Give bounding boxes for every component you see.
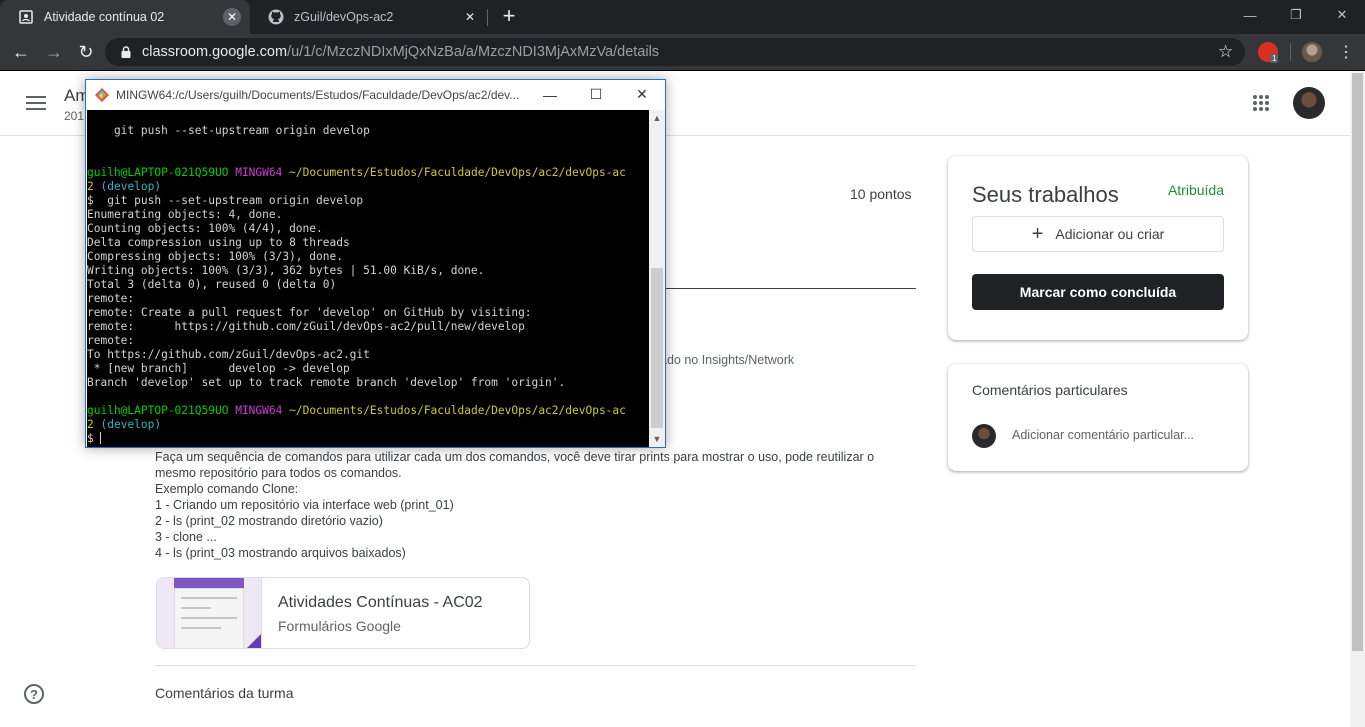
terminal-line: Delta compression using up to 8 threads	[87, 236, 350, 249]
minimize-window-icon[interactable]: ―	[1227, 0, 1273, 30]
divider	[155, 665, 916, 666]
address-bar[interactable]: classroom.google.com/u/1/c/MzczNDIxMjQxN…	[105, 38, 1245, 66]
terminal-cursor	[100, 432, 102, 444]
terminal-minimize-icon[interactable]: ―	[527, 80, 573, 109]
git-bash-icon	[95, 87, 109, 102]
terminal-line: Total 3 (delta 0), reused 0 (delta 0)	[87, 278, 337, 291]
terminal-line: git push --set-upstream origin develop	[87, 124, 370, 137]
extension-badge: 1	[1270, 54, 1279, 63]
toolbar-divider	[1290, 43, 1291, 61]
terminal-input-line[interactable]: $	[87, 432, 649, 446]
browser-tab-strip: Atividade contínua 02 ✕ zGuil/devOps-ac2…	[0, 0, 1365, 34]
help-icon[interactable]: ?	[24, 684, 44, 704]
private-comments-card: Comentários particulares Adicionar comen…	[948, 364, 1248, 471]
add-or-create-button[interactable]: + Adicionar ou criar	[972, 216, 1224, 252]
terminal-prompt-line: guilh@LAPTOP-021Q59UO MINGW64 ~/Document…	[87, 166, 626, 179]
tab-title: zGuil/devOps-ac2	[294, 10, 394, 24]
description-line: mesmo repositório para todos os comandos…	[155, 466, 402, 480]
url-path: /u/1/c/MzczNDIxMjQxNzBa/a/MzczNDI3MjAxMz…	[287, 44, 660, 60]
terminal-line: Enumerating objects: 4, done.	[87, 208, 283, 221]
description-line: 2 - ls (print_02 mostrando diretório vaz…	[155, 514, 383, 528]
attachment-type: Formulários Google	[278, 618, 401, 634]
terminal-line: Branch 'develop' set up to track remote …	[87, 376, 566, 389]
description-line: Faça um sequência de comandos para utili…	[155, 450, 875, 464]
form-thumbnail	[157, 578, 262, 648]
description-line: 1 - Criando um repositório via interface…	[155, 498, 454, 512]
page-scrollbar[interactable]	[1350, 71, 1365, 727]
url-host: classroom.google.com	[142, 44, 288, 60]
reload-icon[interactable]: ↻	[73, 39, 99, 65]
url-text: classroom.google.com/u/1/c/MzczNDIxMjQxN…	[142, 44, 659, 60]
terminal-close-icon[interactable]: ✕	[619, 80, 665, 109]
more-menu-icon[interactable]: ⋮	[1333, 39, 1359, 65]
close-tab-icon[interactable]: ✕	[223, 8, 241, 26]
tab-atividade[interactable]: Atividade contínua 02 ✕	[0, 0, 250, 34]
tab-title: Atividade contínua 02	[44, 10, 165, 24]
description-line: Exemplo comando Clone:	[155, 482, 299, 496]
mark-as-done-button[interactable]: Marcar como concluída	[972, 274, 1224, 310]
terminal-title: MINGW64:/c/Users/guilh/Documents/Estudos…	[116, 87, 520, 102]
new-tab-plus-icon[interactable]: +	[498, 5, 520, 28]
terminal-prompt-line: 2 (develop)	[87, 180, 162, 193]
terminal-line: remote: https://github.com/zGuil/devOps-…	[87, 320, 525, 333]
add-or-create-label: Adicionar ou criar	[1055, 226, 1165, 242]
github-icon	[268, 9, 284, 25]
terminal-output[interactable]: git push --set-upstream origin develop g…	[87, 110, 649, 447]
terminal-maximize-icon[interactable]: ☐	[573, 80, 619, 109]
terminal-scrollbar-thumb[interactable]	[651, 268, 663, 428]
forward-arrow-icon[interactable]: →	[41, 39, 67, 65]
terminal-line: Compressing objects: 100% (3/3), done.	[87, 250, 343, 263]
back-arrow-icon[interactable]: ←	[8, 39, 34, 65]
profile-avatar[interactable]	[1302, 42, 1322, 62]
avatar	[972, 424, 996, 448]
account-avatar[interactable]	[1293, 87, 1325, 119]
close-tab-icon[interactable]: ✕	[461, 8, 479, 26]
terminal-window[interactable]: MINGW64:/c/Users/guilh/Documents/Estudos…	[85, 79, 666, 448]
assignment-description: Faça um sequência de comandos para utili…	[155, 449, 895, 561]
terminal-prompt-line: 2 (develop)	[87, 418, 162, 431]
course-subtitle: 201	[64, 109, 85, 123]
terminal-line: Counting objects: 100% (4/4), done.	[87, 222, 323, 235]
attachment-card[interactable]: Atividades Contínuas - AC02 Formulários …	[156, 577, 530, 649]
classroom-assignment-icon	[18, 9, 34, 25]
terminal-title-bar[interactable]: MINGW64:/c/Users/guilh/Documents/Estudos…	[86, 80, 665, 109]
terminal-scrollbar[interactable]: ▲ ▼	[649, 110, 665, 447]
terminal-line: * [new branch] develop -> develop	[87, 362, 350, 375]
close-window-icon[interactable]: ✕	[1319, 0, 1365, 30]
terminal-line: remote: Create a pull request for 'devel…	[87, 306, 532, 319]
menu-icon[interactable]	[26, 96, 46, 114]
class-comments-heading: Comentários da turma	[155, 685, 294, 701]
your-work-title: Seus trabalhos	[972, 182, 1119, 207]
bookmark-star-icon[interactable]: ☆	[1218, 42, 1233, 62]
terminal-line: To https://github.com/zGuil/devOps-ac2.g…	[87, 348, 370, 361]
scroll-down-arrow-icon[interactable]: ▼	[649, 431, 665, 447]
status-badge: Atribuída	[1167, 182, 1224, 198]
restore-window-icon[interactable]: ❐	[1273, 0, 1319, 30]
google-apps-icon[interactable]	[1253, 95, 1269, 111]
description-line: 4 - ls (print_03 mostrando arquivos baix…	[155, 546, 406, 560]
your-work-card: Seus trabalhos Atribuída + Adicionar ou …	[948, 156, 1248, 340]
tab-divider	[487, 9, 488, 26]
plus-icon: +	[1031, 223, 1044, 245]
terminal-line: $ git push --set-upstream origin develop	[87, 194, 364, 207]
assignment-points: 10 pontos	[850, 186, 912, 202]
description-line: 3 - clone ...	[155, 530, 217, 544]
terminal-line: remote:	[87, 292, 135, 305]
tab-github[interactable]: zGuil/devOps-ac2 ✕	[250, 0, 488, 34]
terminal-prompt-line: guilh@LAPTOP-021Q59UO MINGW64 ~/Document…	[87, 404, 626, 417]
terminal-line: Writing objects: 100% (3/3), 362 bytes |…	[87, 264, 485, 277]
private-comment-input[interactable]: Adicionar comentário particular...	[1012, 428, 1194, 442]
scrollbar-thumb[interactable]	[1352, 73, 1363, 651]
attachment-title: Atividades Contínuas - AC02	[278, 594, 483, 611]
scroll-up-arrow-icon[interactable]: ▲	[649, 110, 665, 126]
browser-toolbar: ← → ↻ classroom.google.com/u/1/c/MzczNDI…	[0, 34, 1365, 71]
partial-instruction-text: ado no Insights/Network	[660, 353, 795, 367]
lock-icon	[121, 46, 131, 58]
terminal-line: remote:	[87, 334, 135, 347]
private-comments-title: Comentários particulares	[972, 382, 1128, 398]
